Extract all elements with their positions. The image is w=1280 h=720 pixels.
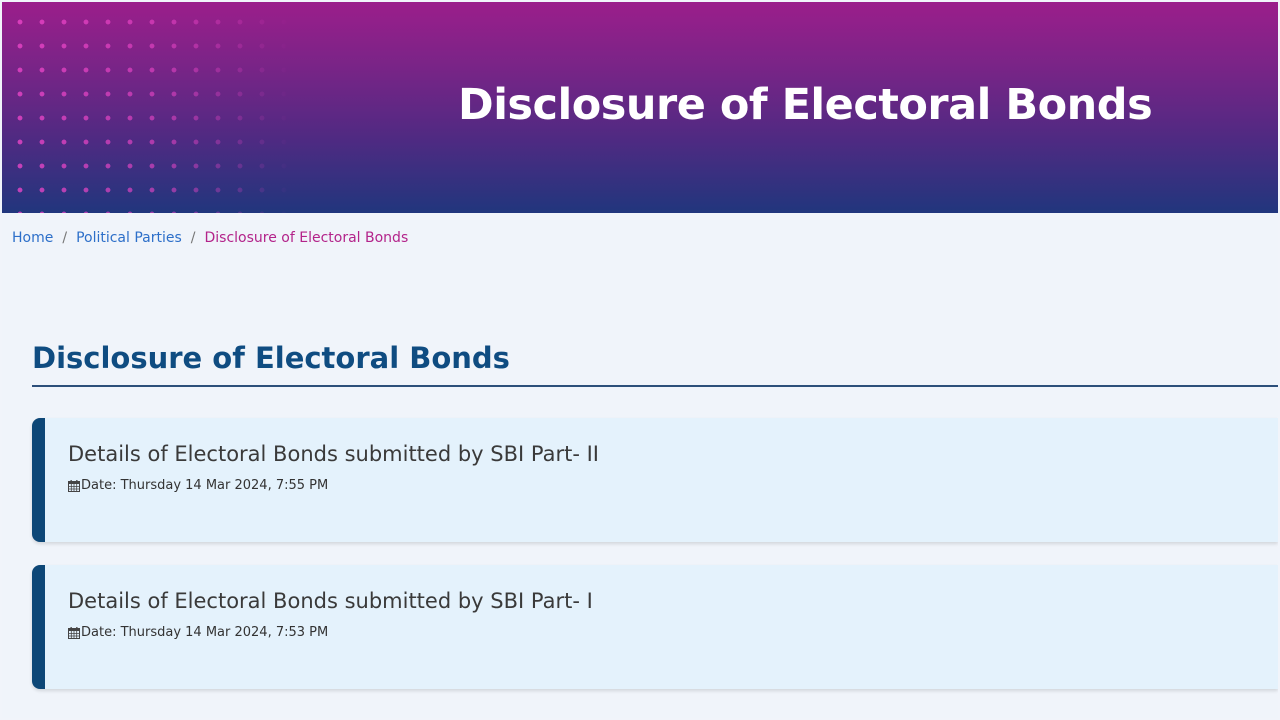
banner-title: Disclosure of Electoral Bonds (458, 80, 1153, 130)
breadcrumb-current: Disclosure of Electoral Bonds (204, 230, 409, 246)
disclosure-card-date: Date: Thursday 14 Mar 2024, 7:53 PM (81, 625, 329, 640)
disclosure-card[interactable]: Details of Electoral Bonds submitted by … (32, 418, 1278, 542)
disclosure-card[interactable]: Details of Electoral Bonds submitted by … (32, 565, 1278, 689)
breadcrumb-political-parties-link[interactable]: Political Parties (76, 230, 182, 246)
breadcrumb-home-link[interactable]: Home (12, 230, 53, 246)
calendar-icon (68, 479, 80, 492)
disclosure-card-date: Date: Thursday 14 Mar 2024, 7:55 PM (81, 478, 329, 493)
breadcrumb: Home / Political Parties / Disclosure of… (12, 230, 408, 246)
disclosure-card-date-row: Date: Thursday 14 Mar 2024, 7:53 PM (68, 625, 328, 640)
page-title: Disclosure of Electoral Bonds (32, 341, 510, 375)
banner-dot-pattern (2, 2, 292, 213)
title-divider (32, 385, 1278, 387)
disclosure-card-title[interactable]: Details of Electoral Bonds submitted by … (68, 589, 593, 613)
breadcrumb-separator: / (190, 230, 196, 246)
page-banner: Disclosure of Electoral Bonds (2, 2, 1278, 213)
page: Disclosure of Electoral Bonds Home / Pol… (2, 2, 1278, 718)
disclosure-card-date-row: Date: Thursday 14 Mar 2024, 7:55 PM (68, 478, 328, 493)
disclosure-card-title[interactable]: Details of Electoral Bonds submitted by … (68, 442, 599, 466)
calendar-icon (68, 626, 80, 639)
breadcrumb-separator: / (62, 230, 68, 246)
